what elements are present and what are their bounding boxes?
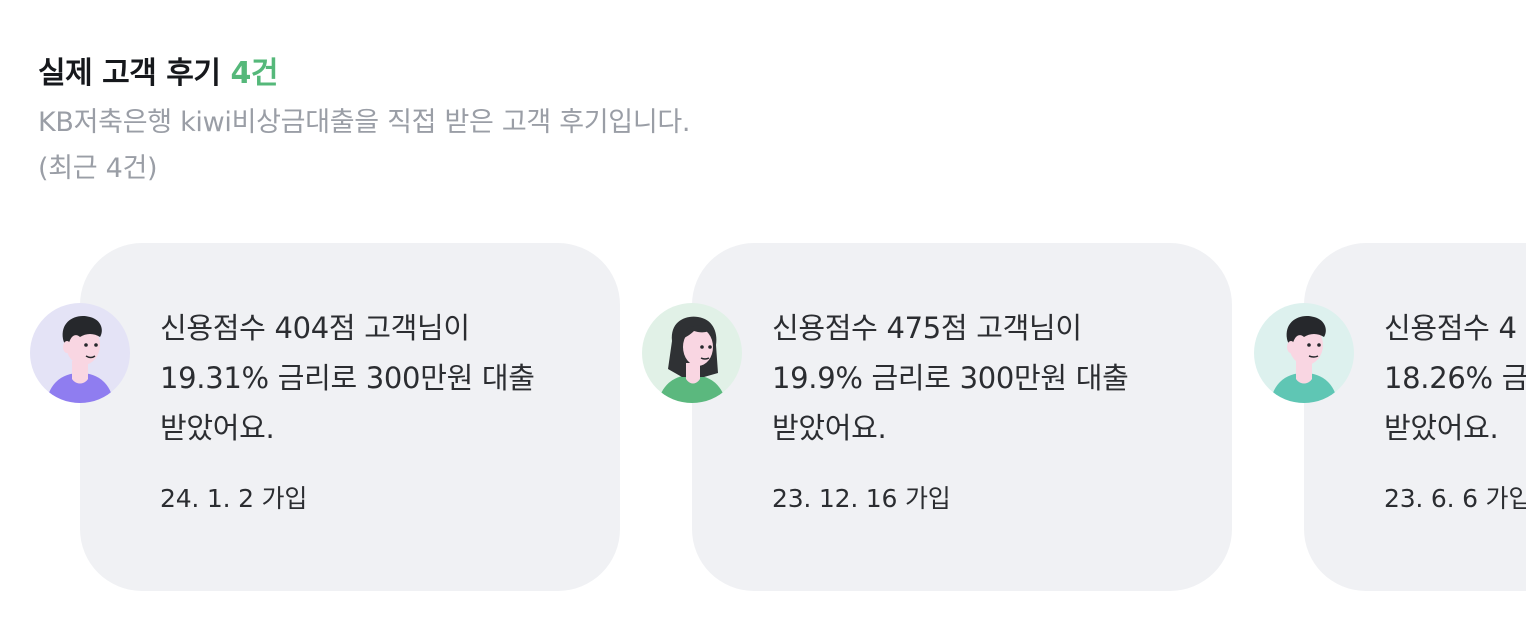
review-card[interactable]: 신용점수 404점 고객님이 19.31% 금리로 300만원 대출 받았어요.… bbox=[30, 243, 630, 591]
review-score-line: 신용점수 404점 고객님이 bbox=[160, 311, 470, 345]
section-title-text: 실제 고객 후기 bbox=[38, 56, 221, 91]
join-date: 23. 6. 6 가입 bbox=[1384, 484, 1526, 513]
review-end-line: 받았어요. bbox=[772, 411, 887, 445]
description-text: KB저축은행 kiwi비상금대출을 직접 받은 고객 후기입니다. bbox=[38, 107, 691, 138]
reviews-section: 실제 고객 후기 4건 KB저축은행 kiwi비상금대출을 직접 받은 고객 후… bbox=[0, 0, 1526, 640]
review-score-line: 신용점수 4 bbox=[1384, 311, 1517, 345]
young-man-avatar-icon bbox=[30, 303, 130, 403]
review-count: 4건 bbox=[230, 56, 278, 91]
review-card[interactable]: 신용점수 4 18.26% 금 받았어요. 23. 6. 6 가입 bbox=[1254, 243, 1526, 591]
review-text: 신용점수 404점 고객님이 19.31% 금리로 300만원 대출 받았어요. bbox=[160, 303, 600, 453]
woman-avatar-icon bbox=[642, 303, 742, 403]
review-text: 신용점수 475점 고객님이 19.9% 금리로 300만원 대출 받았어요. bbox=[772, 303, 1212, 453]
review-rate-line: 19.31% 금리로 300만원 대출 bbox=[160, 361, 535, 395]
review-rate-line: 18.26% 금 bbox=[1384, 361, 1526, 395]
young-man-avatar-icon bbox=[1254, 303, 1354, 403]
section-title: 실제 고객 후기 4건 bbox=[38, 48, 278, 92]
recent-note: (최근 4건) bbox=[38, 153, 158, 184]
review-end-line: 받았어요. bbox=[160, 411, 275, 445]
review-score-line: 신용점수 475점 고객님이 bbox=[772, 311, 1082, 345]
section-description: KB저축은행 kiwi비상금대출을 직접 받은 고객 후기입니다. (최근 4건… bbox=[38, 100, 690, 192]
review-rate-line: 19.9% 금리로 300만원 대출 bbox=[772, 361, 1129, 395]
review-end-line: 받았어요. bbox=[1384, 411, 1499, 445]
join-date: 23. 12. 16 가입 bbox=[772, 484, 951, 513]
review-text: 신용점수 4 18.26% 금 받았어요. bbox=[1384, 303, 1526, 453]
review-card[interactable]: 신용점수 475점 고객님이 19.9% 금리로 300만원 대출 받았어요. … bbox=[642, 243, 1242, 591]
review-carousel[interactable]: 신용점수 404점 고객님이 19.31% 금리로 300만원 대출 받았어요.… bbox=[0, 243, 1526, 591]
join-date: 24. 1. 2 가입 bbox=[160, 484, 308, 513]
